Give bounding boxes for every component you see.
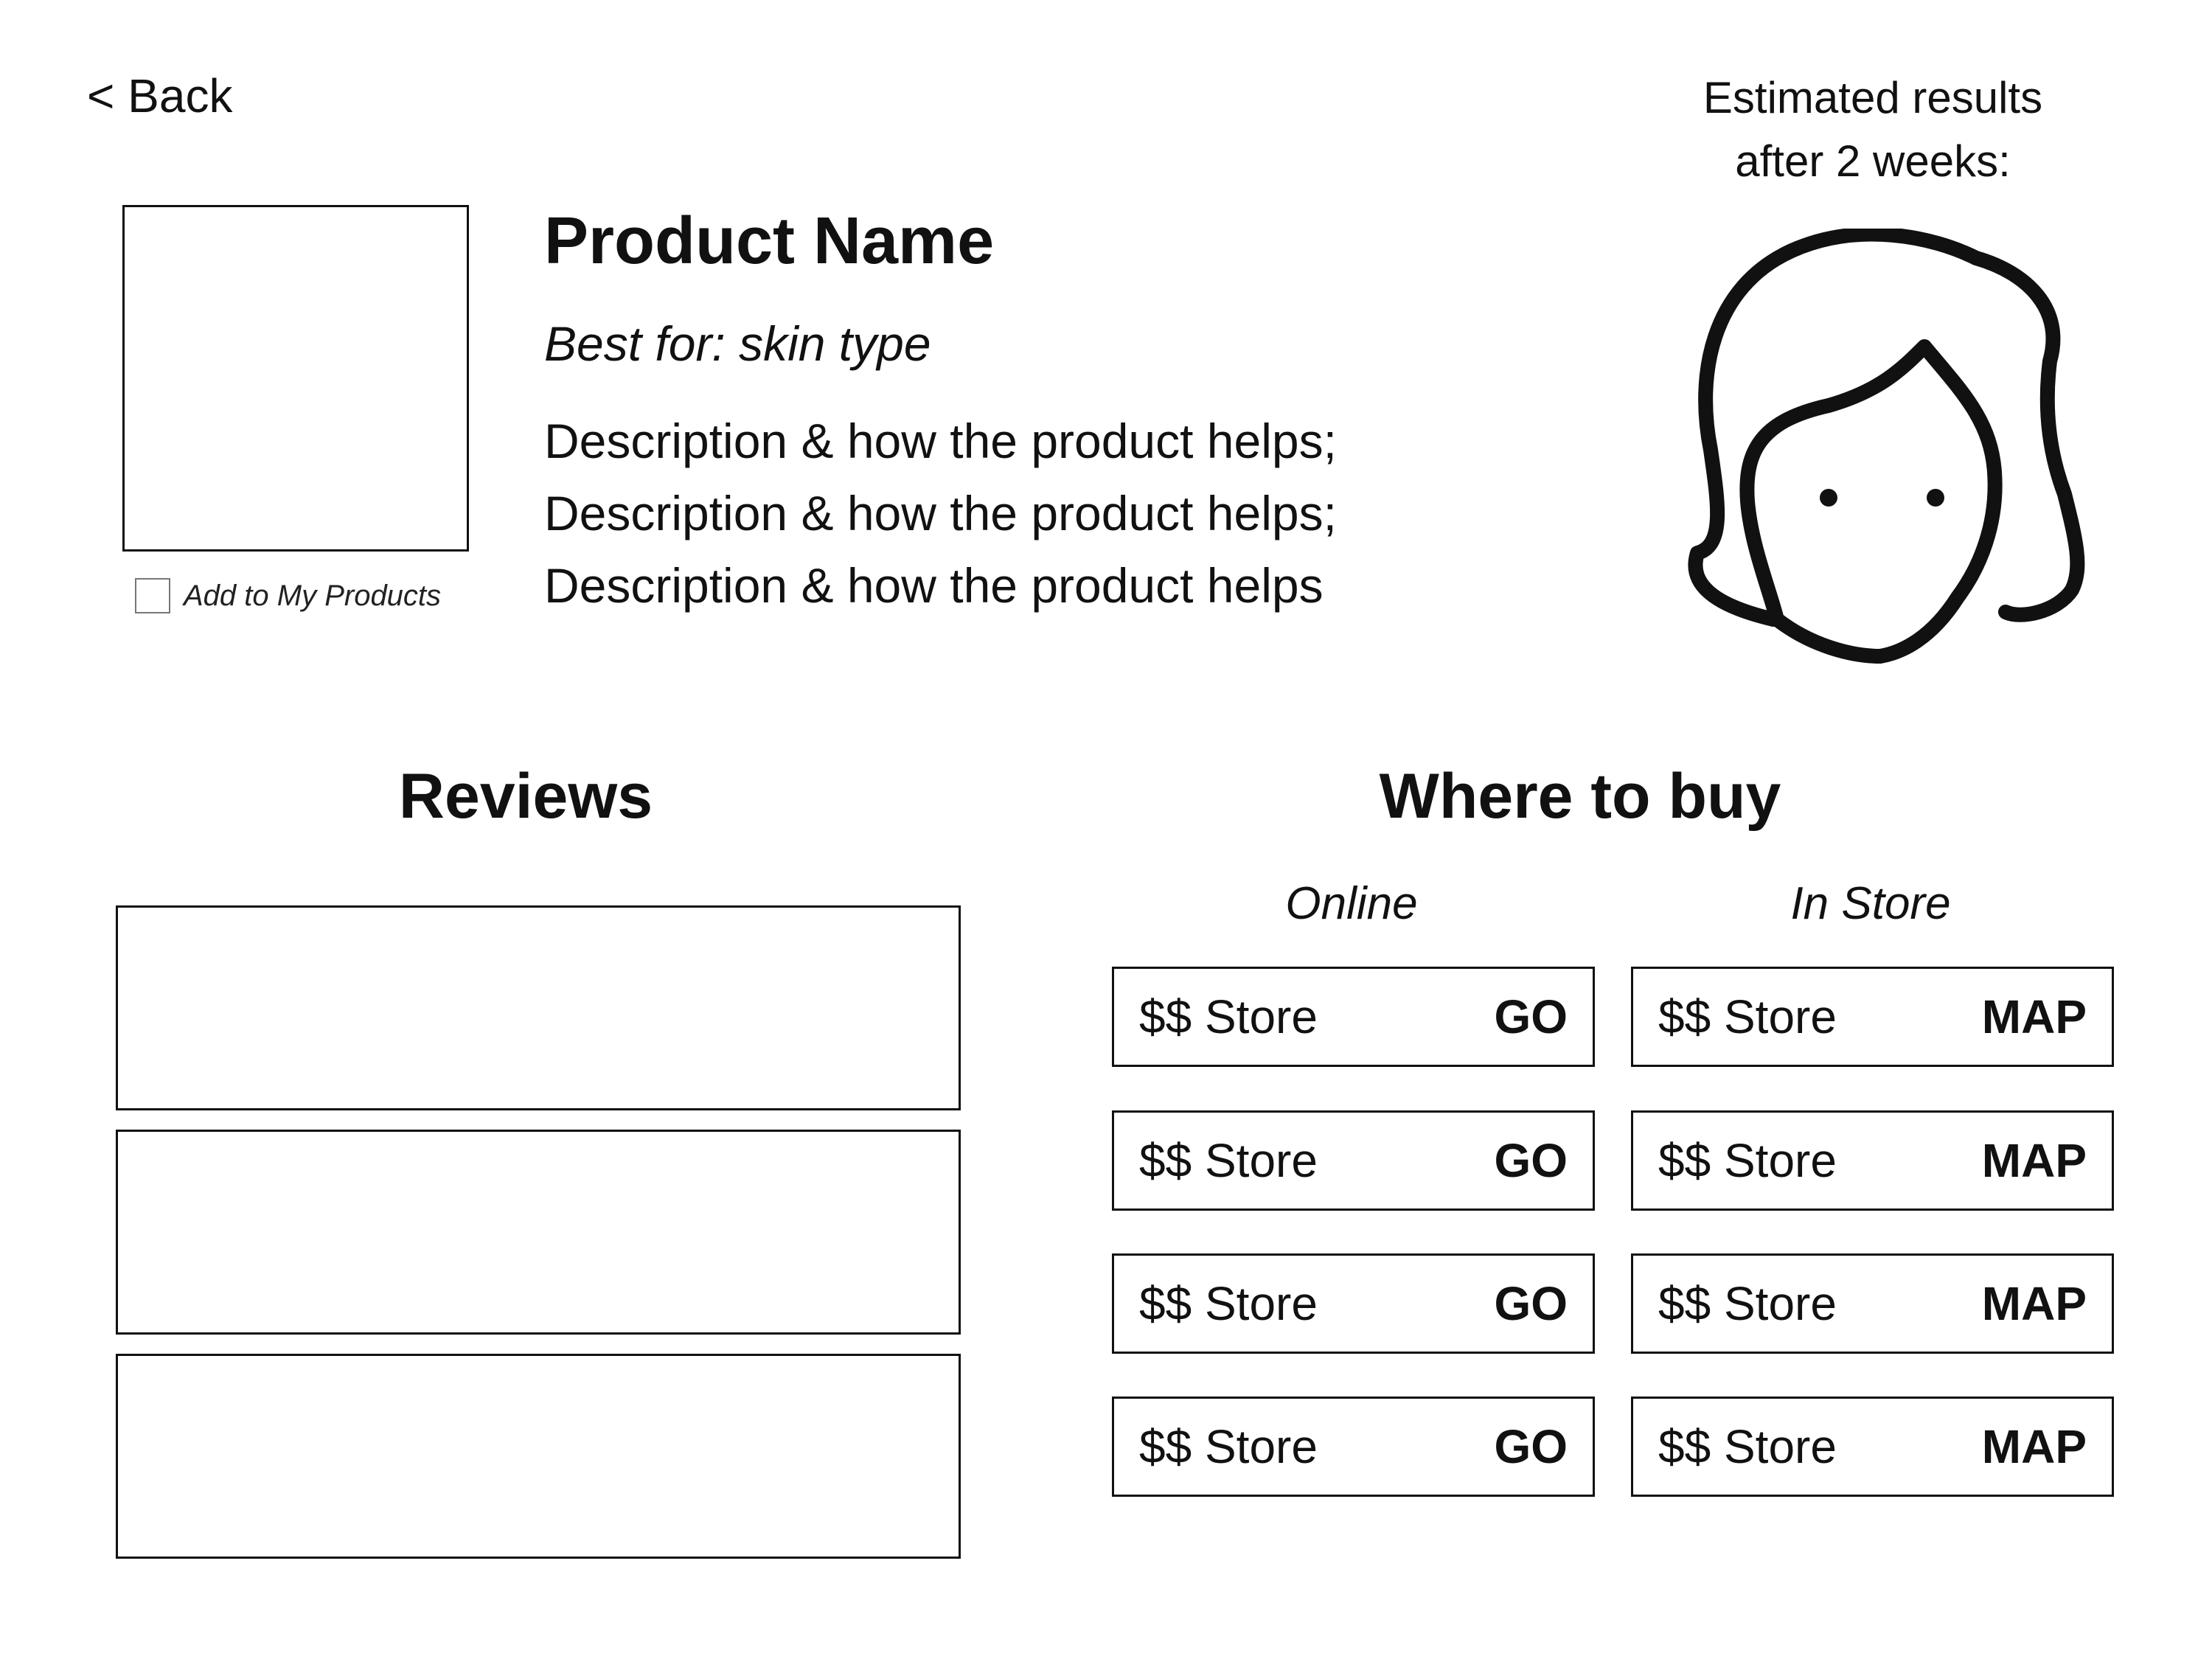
review-card[interactable] [116,905,961,1110]
review-card[interactable] [116,1130,961,1335]
best-for-text: Best for: skin type [544,316,931,371]
estimated-results-line: after 2 weeks: [1735,136,2011,186]
go-button[interactable]: GO [1494,990,1568,1044]
product-name: Product Name [544,204,995,278]
description-line: Description & how the product helps [544,558,1324,613]
store-name: $$ Store [1658,990,1837,1043]
back-link[interactable]: < Back [87,66,232,125]
online-store-row[interactable]: $$ Store GO [1112,1110,1595,1211]
store-name: $$ Store [1139,990,1318,1043]
go-button[interactable]: GO [1494,1419,1568,1474]
online-store-row[interactable]: $$ Store GO [1112,1253,1595,1354]
in-store-row[interactable]: $$ Store MAP [1631,1253,2114,1354]
online-store-row[interactable]: $$ Store GO [1112,1397,1595,1497]
go-button[interactable]: GO [1494,1133,1568,1188]
store-name: $$ Store [1658,1134,1837,1187]
right-eye [1927,489,1944,507]
map-button[interactable]: MAP [1982,990,2087,1044]
store-name: $$ Store [1658,1420,1837,1473]
product-image-placeholder [122,205,469,552]
store-name: $$ Store [1139,1420,1318,1473]
woman-face-icon [1688,229,2085,664]
online-store-row[interactable]: $$ Store GO [1112,967,1595,1067]
store-name: $$ Store [1139,1134,1318,1187]
map-button[interactable]: MAP [1982,1276,2087,1331]
description-line: Description & how the product helps; [544,414,1337,468]
where-to-buy-heading: Where to buy [1379,761,1781,832]
add-to-my-products-row[interactable]: Add to My Products [135,577,441,615]
description-line: Description & how the product helps; [544,486,1337,540]
reviews-heading: Reviews [398,761,653,832]
in-store-row[interactable]: $$ Store MAP [1631,1397,2114,1497]
store-name: $$ Store [1139,1277,1318,1330]
review-card[interactable] [116,1354,961,1559]
in-store-column-label: In Store [1790,878,1951,929]
left-eye [1820,489,1837,507]
in-store-row[interactable]: $$ Store MAP [1631,967,2114,1067]
map-button[interactable]: MAP [1982,1133,2087,1188]
add-to-my-products-label: Add to My Products [184,579,442,612]
in-store-row[interactable]: $$ Store MAP [1631,1110,2114,1211]
estimated-results-title: Estimated results after 2 weeks: [1578,66,2168,193]
map-button[interactable]: MAP [1982,1419,2087,1474]
go-button[interactable]: GO [1494,1276,1568,1331]
add-to-my-products-checkbox[interactable] [135,578,170,613]
estimated-results-line: Estimated results [1703,73,2043,122]
online-column-label: Online [1285,878,1418,929]
store-name: $$ Store [1658,1277,1837,1330]
